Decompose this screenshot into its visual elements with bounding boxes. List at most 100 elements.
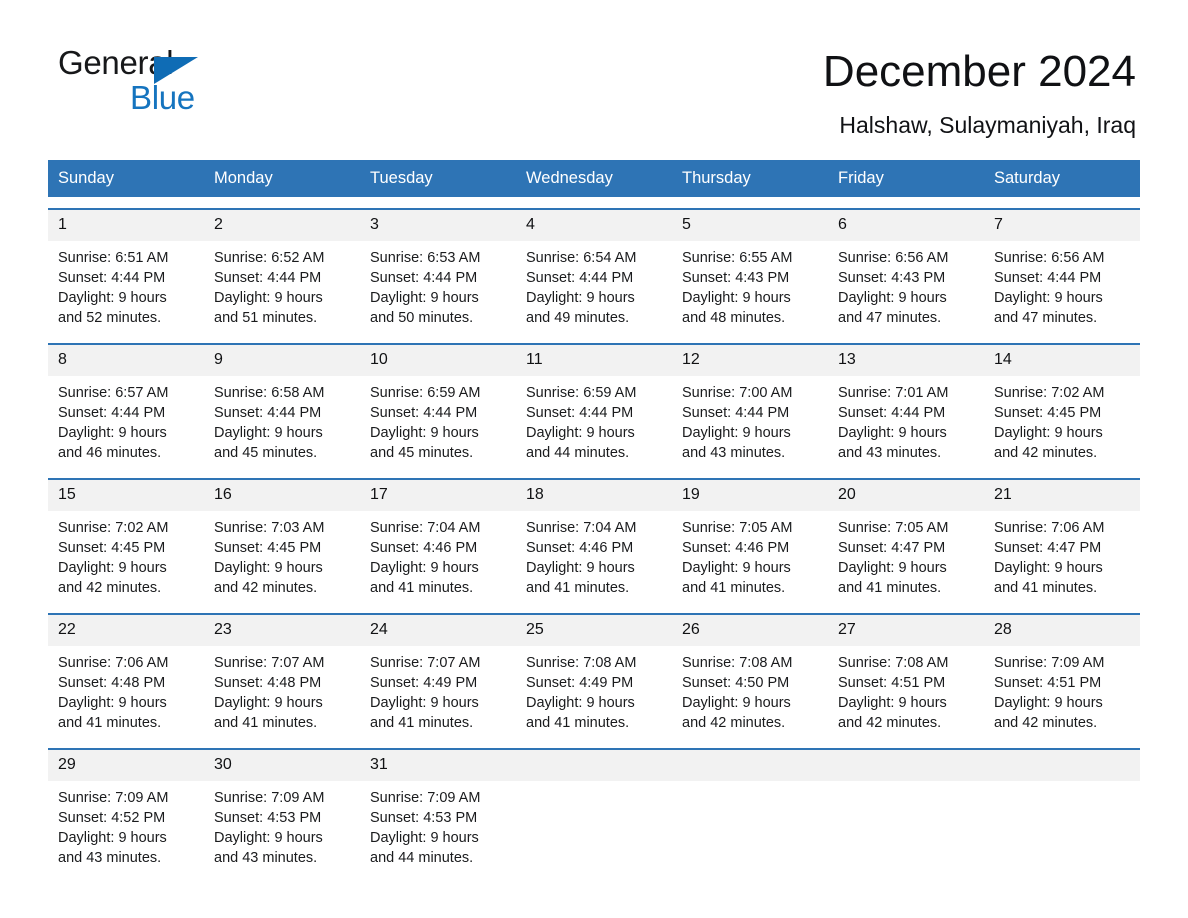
daylight-text-line1: Daylight: 9 hours xyxy=(994,695,1103,711)
day-info: Sunrise: 6:58 AM Sunset: 4:44 PM Dayligh… xyxy=(204,376,360,463)
day-number: 12 xyxy=(672,345,828,376)
sunset-text: Sunset: 4:44 PM xyxy=(526,405,634,421)
day-info: Sunrise: 6:56 AM Sunset: 4:44 PM Dayligh… xyxy=(984,241,1140,328)
day-cell[interactable]: 29 Sunrise: 7:09 AM Sunset: 4:52 PM Dayl… xyxy=(48,750,204,872)
sunrise-text: Sunrise: 7:05 AM xyxy=(682,520,793,536)
daylight-text-line1: Daylight: 9 hours xyxy=(214,290,323,306)
day-cell[interactable]: 22 Sunrise: 7:06 AM Sunset: 4:48 PM Dayl… xyxy=(48,615,204,737)
general-blue-logo[interactable]: General Blue xyxy=(58,46,208,118)
day-cell[interactable]: 27 Sunrise: 7:08 AM Sunset: 4:51 PM Dayl… xyxy=(828,615,984,737)
day-number: 8 xyxy=(48,345,204,376)
location-subtitle: Halshaw, Sulaymaniyah, Iraq xyxy=(839,112,1136,138)
day-cell[interactable]: 14 Sunrise: 7:02 AM Sunset: 4:45 PM Dayl… xyxy=(984,345,1140,467)
sunrise-text: Sunrise: 7:09 AM xyxy=(370,790,481,806)
day-cell[interactable]: 28 Sunrise: 7:09 AM Sunset: 4:51 PM Dayl… xyxy=(984,615,1140,737)
day-cell[interactable]: 5 Sunrise: 6:55 AM Sunset: 4:43 PM Dayli… xyxy=(672,210,828,332)
daylight-text-line1: Daylight: 9 hours xyxy=(370,425,479,441)
day-cell[interactable]: 26 Sunrise: 7:08 AM Sunset: 4:50 PM Dayl… xyxy=(672,615,828,737)
daylight-text-line1: Daylight: 9 hours xyxy=(838,425,947,441)
day-number: 17 xyxy=(360,480,516,511)
day-cell[interactable]: 7 Sunrise: 6:56 AM Sunset: 4:44 PM Dayli… xyxy=(984,210,1140,332)
day-info: Sunrise: 6:59 AM Sunset: 4:44 PM Dayligh… xyxy=(360,376,516,463)
weekday-header-sunday: Sunday xyxy=(58,169,114,187)
day-cell[interactable]: 17 Sunrise: 7:04 AM Sunset: 4:46 PM Dayl… xyxy=(360,480,516,602)
daylight-text-line1: Daylight: 9 hours xyxy=(526,695,635,711)
sunrise-text: Sunrise: 6:59 AM xyxy=(526,385,637,401)
day-cell[interactable]: 30 Sunrise: 7:09 AM Sunset: 4:53 PM Dayl… xyxy=(204,750,360,872)
daylight-text-line1: Daylight: 9 hours xyxy=(838,290,947,306)
sunset-text: Sunset: 4:46 PM xyxy=(370,540,478,556)
day-cell[interactable]: 9 Sunrise: 6:58 AM Sunset: 4:44 PM Dayli… xyxy=(204,345,360,467)
daylight-text-line1: Daylight: 9 hours xyxy=(526,290,635,306)
sunrise-text: Sunrise: 7:08 AM xyxy=(838,655,949,671)
week-row: 15 Sunrise: 7:02 AM Sunset: 4:45 PM Dayl… xyxy=(48,478,1140,602)
day-cell[interactable]: 15 Sunrise: 7:02 AM Sunset: 4:45 PM Dayl… xyxy=(48,480,204,602)
day-cell[interactable]: 2 Sunrise: 6:52 AM Sunset: 4:44 PM Dayli… xyxy=(204,210,360,332)
day-number: 11 xyxy=(516,345,672,376)
sunrise-text: Sunrise: 7:04 AM xyxy=(526,520,637,536)
sunrise-text: Sunrise: 7:03 AM xyxy=(214,520,325,536)
daylight-text-line1: Daylight: 9 hours xyxy=(214,425,323,441)
weekday-header-monday: Monday xyxy=(214,169,273,187)
day-cell[interactable]: 20 Sunrise: 7:05 AM Sunset: 4:47 PM Dayl… xyxy=(828,480,984,602)
day-info: Sunrise: 7:07 AM Sunset: 4:49 PM Dayligh… xyxy=(360,646,516,733)
day-cell[interactable]: 1 Sunrise: 6:51 AM Sunset: 4:44 PM Dayli… xyxy=(48,210,204,332)
day-cell[interactable]: 13 Sunrise: 7:01 AM Sunset: 4:44 PM Dayl… xyxy=(828,345,984,467)
day-cell[interactable]: 31 Sunrise: 7:09 AM Sunset: 4:53 PM Dayl… xyxy=(360,750,516,872)
weekday-header-row: Sunday Monday Tuesday Wednesday Thursday… xyxy=(48,160,1140,197)
day-number: 15 xyxy=(48,480,204,511)
daylight-text-line2: and 51 minutes. xyxy=(214,310,318,326)
sunset-text: Sunset: 4:48 PM xyxy=(214,675,322,691)
day-cell-empty xyxy=(984,750,1140,872)
day-cell[interactable]: 8 Sunrise: 6:57 AM Sunset: 4:44 PM Dayli… xyxy=(48,345,204,467)
sunset-text: Sunset: 4:50 PM xyxy=(682,675,790,691)
daylight-text-line1: Daylight: 9 hours xyxy=(994,560,1103,576)
daylight-text-line1: Daylight: 9 hours xyxy=(58,695,167,711)
sunrise-text: Sunrise: 7:00 AM xyxy=(682,385,793,401)
day-cell[interactable]: 25 Sunrise: 7:08 AM Sunset: 4:49 PM Dayl… xyxy=(516,615,672,737)
sunset-text: Sunset: 4:51 PM xyxy=(994,675,1102,691)
day-cell[interactable]: 3 Sunrise: 6:53 AM Sunset: 4:44 PM Dayli… xyxy=(360,210,516,332)
sunset-text: Sunset: 4:44 PM xyxy=(682,405,790,421)
day-cell[interactable]: 10 Sunrise: 6:59 AM Sunset: 4:44 PM Dayl… xyxy=(360,345,516,467)
day-cell[interactable]: 12 Sunrise: 7:00 AM Sunset: 4:44 PM Dayl… xyxy=(672,345,828,467)
day-cell[interactable]: 4 Sunrise: 6:54 AM Sunset: 4:44 PM Dayli… xyxy=(516,210,672,332)
day-info: Sunrise: 6:55 AM Sunset: 4:43 PM Dayligh… xyxy=(672,241,828,328)
daylight-text-line1: Daylight: 9 hours xyxy=(682,560,791,576)
weekday-header-wednesday: Wednesday xyxy=(526,169,613,187)
sunset-text: Sunset: 4:49 PM xyxy=(526,675,634,691)
day-cell[interactable]: 21 Sunrise: 7:06 AM Sunset: 4:47 PM Dayl… xyxy=(984,480,1140,602)
daylight-text-line1: Daylight: 9 hours xyxy=(526,425,635,441)
daylight-text-line2: and 42 minutes. xyxy=(994,715,1098,731)
sunset-text: Sunset: 4:47 PM xyxy=(838,540,946,556)
sunrise-text: Sunrise: 6:55 AM xyxy=(682,250,793,266)
day-cell[interactable]: 19 Sunrise: 7:05 AM Sunset: 4:46 PM Dayl… xyxy=(672,480,828,602)
daylight-text-line2: and 41 minutes. xyxy=(994,580,1098,596)
day-cell[interactable]: 6 Sunrise: 6:56 AM Sunset: 4:43 PM Dayli… xyxy=(828,210,984,332)
daylight-text-line1: Daylight: 9 hours xyxy=(682,695,791,711)
day-cell[interactable]: 24 Sunrise: 7:07 AM Sunset: 4:49 PM Dayl… xyxy=(360,615,516,737)
day-info: Sunrise: 7:09 AM Sunset: 4:53 PM Dayligh… xyxy=(204,781,360,868)
day-cell[interactable]: 11 Sunrise: 6:59 AM Sunset: 4:44 PM Dayl… xyxy=(516,345,672,467)
logo-text-blue: Blue xyxy=(130,79,195,116)
day-cell-empty xyxy=(516,750,672,872)
sunrise-text: Sunrise: 7:09 AM xyxy=(214,790,325,806)
daylight-text-line2: and 49 minutes. xyxy=(526,310,630,326)
day-number: 27 xyxy=(828,615,984,646)
page-header: General Blue December 2024 Halshaw, Sula… xyxy=(0,0,1188,140)
sunset-text: Sunset: 4:44 PM xyxy=(58,405,166,421)
day-cell[interactable]: 16 Sunrise: 7:03 AM Sunset: 4:45 PM Dayl… xyxy=(204,480,360,602)
weekday-header-tuesday: Tuesday xyxy=(370,169,433,187)
sunrise-text: Sunrise: 6:58 AM xyxy=(214,385,325,401)
daylight-text-line1: Daylight: 9 hours xyxy=(838,560,947,576)
day-info: Sunrise: 6:53 AM Sunset: 4:44 PM Dayligh… xyxy=(360,241,516,328)
day-info: Sunrise: 7:07 AM Sunset: 4:48 PM Dayligh… xyxy=(204,646,360,733)
day-cell[interactable]: 23 Sunrise: 7:07 AM Sunset: 4:48 PM Dayl… xyxy=(204,615,360,737)
sunset-text: Sunset: 4:45 PM xyxy=(214,540,322,556)
sunset-text: Sunset: 4:46 PM xyxy=(526,540,634,556)
day-info: Sunrise: 6:56 AM Sunset: 4:43 PM Dayligh… xyxy=(828,241,984,328)
daylight-text-line1: Daylight: 9 hours xyxy=(58,830,167,846)
sunrise-text: Sunrise: 7:02 AM xyxy=(58,520,169,536)
daylight-text-line1: Daylight: 9 hours xyxy=(370,830,479,846)
day-cell[interactable]: 18 Sunrise: 7:04 AM Sunset: 4:46 PM Dayl… xyxy=(516,480,672,602)
